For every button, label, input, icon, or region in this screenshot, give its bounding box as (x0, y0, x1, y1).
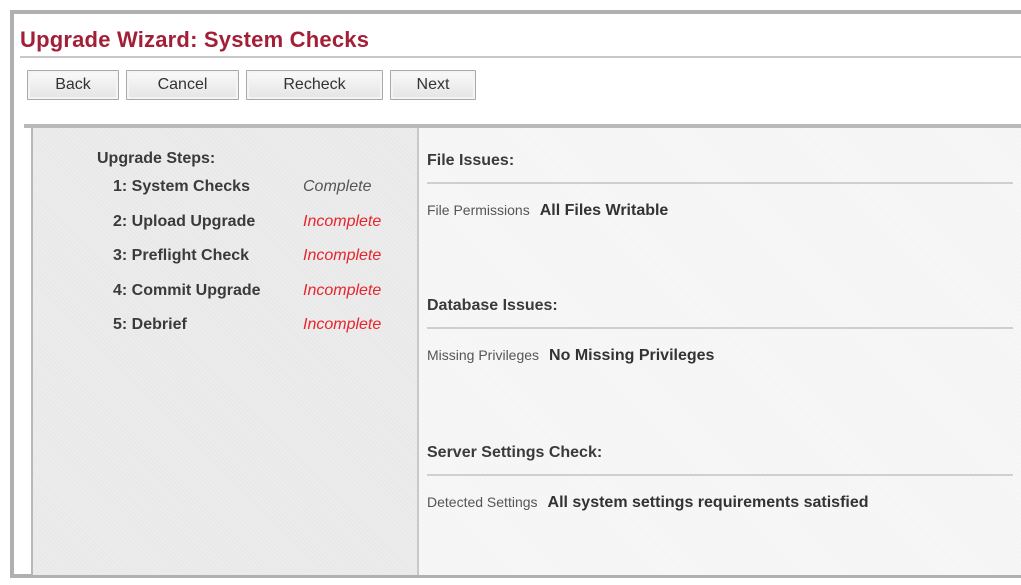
wizard-toolbar: Back Cancel Recheck Next (27, 70, 476, 100)
cancel-button[interactable]: Cancel (126, 70, 239, 100)
step-label: 3: Preflight Check (113, 247, 250, 264)
page-title: Upgrade Wizard: System Checks (20, 27, 370, 52)
step-label: 1: System Checks (113, 178, 250, 195)
detail-label: Missing Privileges (427, 347, 540, 363)
detail-value: All system settings requirements satisfi… (547, 494, 869, 511)
server-settings-section: Server Settings Check: Detected Settings… (427, 444, 1013, 512)
detail-value: No Missing Privileges (549, 347, 715, 364)
step-row-system-checks: 1: System Checks Complete (113, 178, 417, 213)
step-status: Incomplete (303, 212, 382, 230)
detail-label: File Permissions (427, 202, 530, 218)
step-row-commit-upgrade: 4: Commit Upgrade Incomplete (113, 282, 417, 317)
section-divider (427, 474, 1013, 476)
section-divider (427, 327, 1013, 329)
detail-row: Detected Settings All system settings re… (427, 494, 1013, 512)
step-status: Complete (303, 178, 372, 195)
step-label: 4: Commit Upgrade (113, 281, 261, 299)
recheck-button[interactable]: Recheck (246, 70, 383, 100)
checks-panel: File Issues: File Permissions All Files … (419, 128, 1021, 575)
step-label: 5: Debrief (113, 316, 187, 333)
steps-sidebar: Upgrade Steps: 1: System Checks Complete… (33, 128, 419, 575)
detail-value: All Files Writable (539, 202, 669, 219)
database-issues-section: Database Issues: Missing Privileges No M… (427, 297, 1013, 365)
back-button[interactable]: Back (27, 70, 119, 100)
section-heading: Database Issues: (427, 297, 558, 314)
detail-row: Missing Privileges No Missing Privileges (427, 347, 1013, 365)
file-issues-section: File Issues: File Permissions All Files … (427, 152, 1013, 220)
step-status: Incomplete (303, 281, 382, 299)
detail-row: File Permissions All Files Writable (427, 202, 1013, 220)
section-heading: File Issues: (427, 152, 515, 169)
title-divider (20, 56, 1021, 58)
step-status: Incomplete (303, 316, 382, 333)
section-divider (427, 182, 1013, 184)
wizard-content: Upgrade Steps: 1: System Checks Complete… (31, 128, 1021, 575)
wizard-header: Upgrade Wizard: System Checks (20, 26, 1021, 58)
detail-label: Detected Settings (427, 494, 538, 510)
section-heading: Server Settings Check: (427, 444, 603, 461)
step-row-upload-upgrade: 2: Upload Upgrade Incomplete (113, 213, 417, 248)
steps-heading: Upgrade Steps: (97, 150, 216, 167)
step-status: Incomplete (303, 247, 382, 264)
step-row-debrief: 5: Debrief Incomplete (113, 316, 417, 351)
next-button[interactable]: Next (390, 70, 476, 100)
step-row-preflight-check: 3: Preflight Check Incomplete (113, 247, 417, 282)
step-label: 2: Upload Upgrade (113, 212, 256, 230)
